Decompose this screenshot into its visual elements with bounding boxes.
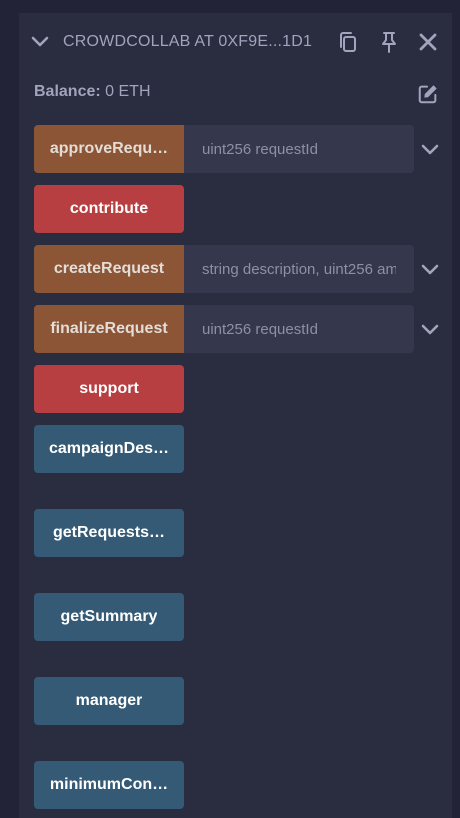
- manager-button[interactable]: manager: [34, 677, 184, 725]
- contract-title: CROWDCOLLAB AT 0XF9E...1D1: [63, 33, 313, 50]
- function-row-campaign-description: campaignDes…: [34, 425, 449, 473]
- balance-row: Balance: 0 ETH: [34, 83, 151, 101]
- approve-request-input[interactable]: [184, 125, 414, 173]
- contribute-button[interactable]: contribute: [34, 185, 184, 233]
- approve-request-button[interactable]: approveRequ…: [34, 125, 184, 173]
- chevron-down-icon[interactable]: [420, 319, 440, 339]
- contract-header: CROWDCOLLAB AT 0XF9E...1D1: [19, 13, 452, 71]
- function-row-create-request: createRequest: [34, 245, 449, 293]
- function-row-manager: manager: [34, 677, 449, 725]
- create-request-input[interactable]: [184, 245, 414, 293]
- function-row-approve-request: approveRequ…: [34, 125, 449, 173]
- chevron-down-icon[interactable]: [31, 33, 49, 51]
- finalize-request-input[interactable]: [184, 305, 414, 353]
- minimum-contribution-button[interactable]: minimumCon…: [34, 761, 184, 809]
- function-row-minimum-contribution: minimumCon…: [34, 761, 449, 809]
- function-row-get-summary: getSummary: [34, 593, 449, 641]
- balance-label: Balance:: [34, 83, 101, 100]
- balance-value: 0 ETH: [105, 83, 151, 100]
- pin-icon[interactable]: [377, 30, 401, 54]
- create-request-button[interactable]: createRequest: [34, 245, 184, 293]
- function-row-support: support: [34, 365, 449, 413]
- finalize-request-button[interactable]: finalizeRequest: [34, 305, 184, 353]
- function-row-get-requests: getRequests…: [34, 509, 449, 557]
- close-icon[interactable]: [416, 30, 440, 54]
- function-row-finalize-request: finalizeRequest: [34, 305, 449, 353]
- function-row-contribute: contribute: [34, 185, 449, 233]
- campaign-description-button[interactable]: campaignDes…: [34, 425, 184, 473]
- get-summary-button[interactable]: getSummary: [34, 593, 184, 641]
- support-button[interactable]: support: [34, 365, 184, 413]
- edit-icon[interactable]: [417, 83, 439, 105]
- chevron-down-icon[interactable]: [420, 259, 440, 279]
- chevron-down-icon[interactable]: [420, 139, 440, 159]
- copy-icon[interactable]: [336, 30, 360, 54]
- get-requests-button[interactable]: getRequests…: [34, 509, 184, 557]
